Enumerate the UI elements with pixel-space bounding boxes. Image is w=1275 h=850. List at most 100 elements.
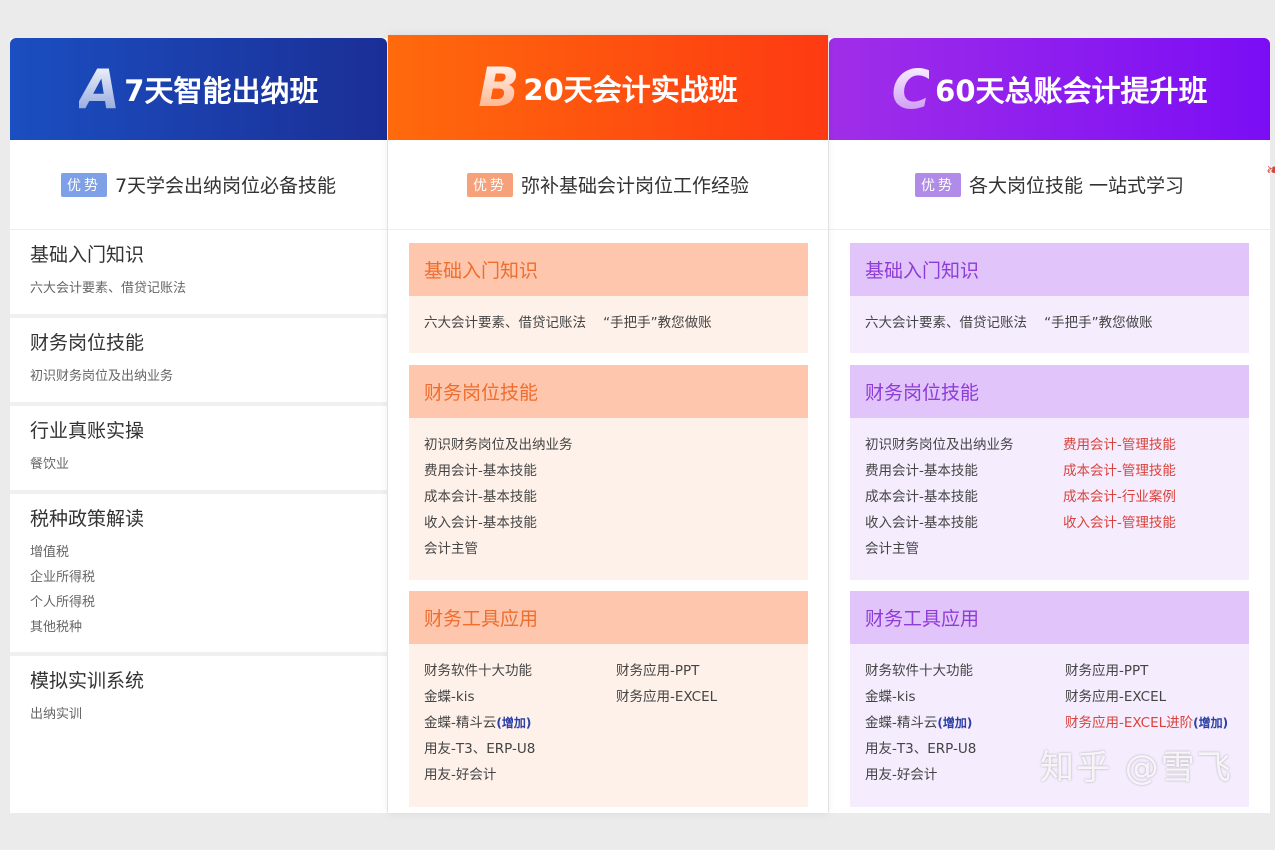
section-job-skills: 财务岗位技能 初识财务岗位及出纳业务 费用会计-管理技能 费用会计-基本技能 成… — [850, 365, 1249, 580]
row-left: 用友-T3、ERP-U8 — [865, 741, 977, 757]
list-item-sub: 六大会计要素、借贷记账法 — [30, 281, 187, 296]
section-row: 金蝶-精斗云(增加) 财务应用-EXCEL进阶(增加) — [865, 710, 1234, 736]
plan-b-header: B 20天会计实战班 — [388, 35, 828, 140]
section-row: 会计主管 — [424, 541, 478, 557]
row-left: 收入会计-基本技能 — [865, 515, 978, 531]
list-item-sub: 个人所得税 — [30, 595, 96, 610]
plan-b-advantage: 优势 弥补基础会计岗位工作经验 — [388, 140, 828, 230]
row-right: 财务应用-EXCEL — [1065, 689, 1167, 705]
row-right: 财务应用-PPT — [1065, 663, 1149, 679]
added-tag: (增加) — [496, 716, 532, 730]
section-row: 成本会计-基本技能 — [424, 489, 537, 505]
section-body: 财务软件十大功能 财务应用-PPT 金蝶-kis 财务应用-EXCEL 金蝶-精… — [409, 644, 808, 807]
plan-c-title: 60天总账会计提升班 — [935, 74, 1208, 108]
row-left: 用友-好会计 — [424, 767, 497, 783]
row-left: 金蝶-精斗云 — [865, 715, 938, 731]
row-left: 财务软件十大功能 — [424, 663, 532, 679]
row-right-wrap: 财务应用-EXCEL进阶(增加) — [1065, 710, 1228, 736]
section-row: 费用会计-基本技能 — [424, 463, 537, 479]
list-item-title: 基础入门知识 — [30, 244, 145, 266]
added-tag: (增加) — [1193, 716, 1229, 730]
plan-a-card: A 7天智能出纳班 优势 7天学会出纳岗位必备技能 基础入门知识 六大会计要素、… — [10, 38, 387, 813]
plan-b-card: B 20天会计实战班 优势 弥补基础会计岗位工作经验 基础入门知识 六大会计要素… — [388, 35, 828, 813]
plan-c-card: C 60天总账会计提升班 优势 各大岗位技能 一站式学习 基础入门知识 六大会计… — [829, 38, 1270, 813]
list-item-title: 财务岗位技能 — [30, 332, 145, 354]
section-row: 收入会计-基本技能 收入会计-管理技能 — [865, 510, 1234, 536]
list-item-title: 税种政策解读 — [30, 508, 145, 530]
section-title: 基础入门知识 — [409, 243, 808, 296]
section-title: 财务岗位技能 — [409, 365, 808, 418]
section-title: 财务岗位技能 — [850, 365, 1249, 418]
advantage-badge: 优势 — [466, 172, 513, 197]
row-left: 成本会计-基本技能 — [865, 489, 978, 505]
list-item-sub: 其他税种 — [30, 620, 83, 635]
plan-a-letter: A — [78, 57, 121, 121]
row-left: 金蝶-kis — [424, 689, 475, 705]
list-item-sub: 初识财务岗位及出纳业务 — [30, 369, 174, 384]
plan-c-header: C 60天总账会计提升班 — [829, 38, 1270, 140]
list-item-title: 行业真账实操 — [30, 420, 145, 442]
plan-b-letter: B — [478, 56, 519, 119]
plan-a-list: 基础入门知识 六大会计要素、借贷记账法 财务岗位技能 初识财务岗位及出纳业务 行… — [10, 230, 387, 813]
row-right: 费用会计-管理技能 — [1063, 437, 1176, 453]
plan-a-header: A 7天智能出纳班 — [10, 38, 387, 140]
added-tag: (增加) — [937, 716, 973, 730]
row-right: 成本会计-行业案例 — [1063, 489, 1176, 505]
section-body: 六大会计要素、借贷记账法 “手把手”教您做账 — [409, 296, 808, 353]
row-left: 金蝶-kis — [865, 689, 916, 705]
row-left: 财务软件十大功能 — [865, 663, 973, 679]
section-row: 金蝶-kis 财务应用-EXCEL — [424, 684, 793, 710]
section-job-skills: 财务岗位技能 初识财务岗位及出纳业务 费用会计-基本技能 成本会计-基本技能 收… — [409, 365, 808, 580]
section-body: 初识财务岗位及出纳业务 费用会计-管理技能 费用会计-基本技能 成本会计-管理技… — [850, 418, 1249, 580]
row-right: 财务应用-PPT — [616, 663, 700, 679]
section-basics: 基础入门知识 六大会计要素、借贷记账法 “手把手”教您做账 — [409, 243, 808, 353]
list-item-title: 模拟实训系统 — [30, 670, 145, 692]
list-item: 税种政策解读 增值税 企业所得税 个人所得税 其他税种 — [10, 494, 387, 656]
row-left: 用友-好会计 — [865, 767, 938, 783]
section-tools: 财务工具应用 财务软件十大功能 财务应用-PPT 金蝶-kis 财务应用-EXC… — [409, 591, 808, 807]
section-row: 初识财务岗位及出纳业务 费用会计-管理技能 — [865, 432, 1234, 458]
list-item-sub: 企业所得税 — [30, 570, 96, 585]
plan-a-title: 7天智能出纳班 — [124, 74, 319, 108]
list-item-sub: 餐饮业 — [30, 457, 70, 472]
edge-decoration-icon: ❧ — [1266, 160, 1275, 181]
section-row: 财务软件十大功能 财务应用-PPT — [865, 658, 1234, 684]
course-comparison-page: A 7天智能出纳班 优势 7天学会出纳岗位必备技能 基础入门知识 六大会计要素、… — [0, 0, 1275, 850]
row-right: 收入会计-管理技能 — [1063, 515, 1176, 531]
section-row: 用友-好会计 — [424, 762, 793, 788]
advantage-text: 弥补基础会计岗位工作经验 — [520, 175, 749, 197]
watermark: 知乎 @雪飞 — [1040, 748, 1233, 788]
section-basics: 基础入门知识 六大会计要素、借贷记账法 “手把手”教您做账 — [850, 243, 1249, 353]
row-left: 会计主管 — [865, 541, 919, 557]
section-row: 金蝶-精斗云(增加) — [424, 710, 793, 736]
plan-a-advantage: 优势 7天学会出纳岗位必备技能 — [10, 140, 387, 230]
list-item: 模拟实训系统 出纳实训 — [10, 656, 387, 813]
section-row: 成本会计-基本技能 成本会计-行业案例 — [865, 484, 1234, 510]
list-item: 行业真账实操 餐饮业 — [10, 406, 387, 494]
section-row: 会计主管 — [865, 536, 1234, 562]
list-item: 财务岗位技能 初识财务岗位及出纳业务 — [10, 318, 387, 406]
plan-c-advantage: 优势 各大岗位技能 一站式学习 — [829, 140, 1270, 230]
section-row: 用友-T3、ERP-U8 — [424, 736, 793, 762]
section-row: 费用会计-基本技能 成本会计-管理技能 — [865, 458, 1234, 484]
advantage-badge: 优势 — [914, 172, 961, 197]
row-left: 金蝶-精斗云 — [424, 715, 497, 731]
list-item-sub: 出纳实训 — [30, 707, 83, 722]
advantage-text: 各大岗位技能 一站式学习 — [968, 175, 1185, 197]
advantage-text: 7天学会出纳岗位必备技能 — [114, 175, 337, 197]
section-row: 收入会计-基本技能 — [424, 515, 537, 531]
section-row: 初识财务岗位及出纳业务 — [424, 437, 573, 453]
section-body: 初识财务岗位及出纳业务 费用会计-基本技能 成本会计-基本技能 收入会计-基本技… — [409, 418, 808, 580]
plan-c-letter: C — [891, 57, 932, 121]
list-item-sub: 增值税 — [30, 545, 70, 560]
row-right: 财务应用-EXCEL — [616, 689, 718, 705]
section-row: 金蝶-kis 财务应用-EXCEL — [865, 684, 1234, 710]
list-item: 基础入门知识 六大会计要素、借贷记账法 — [10, 230, 387, 318]
row-right: 成本会计-管理技能 — [1063, 463, 1176, 479]
section-row: 六大会计要素、借贷记账法 “手把手”教您做账 — [865, 315, 1153, 331]
row-left: 用友-T3、ERP-U8 — [424, 741, 536, 757]
section-row: 六大会计要素、借贷记账法 “手把手”教您做账 — [424, 315, 712, 331]
section-title: 财务工具应用 — [850, 591, 1249, 644]
row-right: 财务应用-EXCEL进阶 — [1065, 715, 1194, 731]
section-body: 六大会计要素、借贷记账法 “手把手”教您做账 — [850, 296, 1249, 353]
